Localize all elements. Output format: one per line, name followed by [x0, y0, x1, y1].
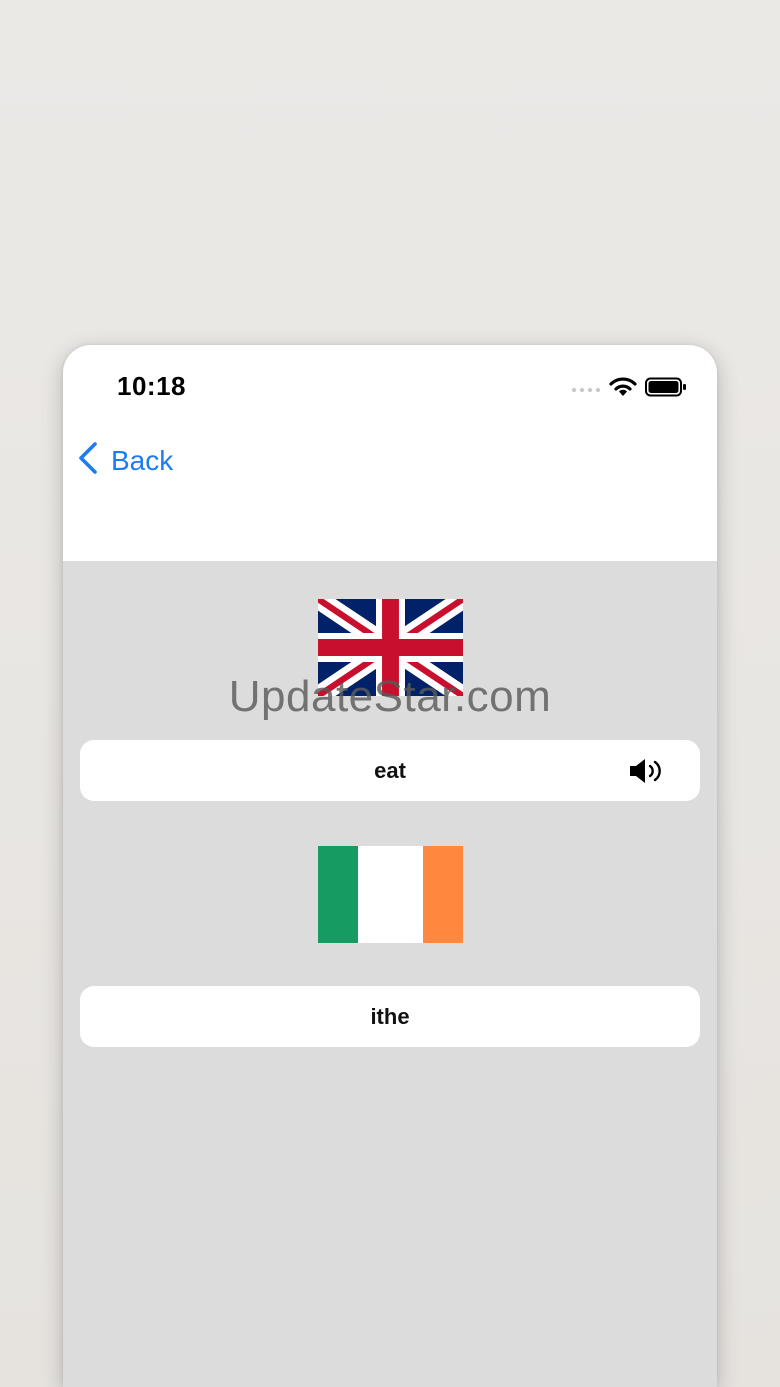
target-word: ithe [370, 1003, 410, 1029]
phone-screen: 10:18 Back eat ithe [63, 345, 717, 1387]
signal-icon [571, 381, 601, 399]
wifi-icon [609, 376, 637, 403]
back-button[interactable]: Back [77, 441, 173, 480]
source-word-card: eat [80, 740, 700, 801]
status-icons [571, 376, 687, 403]
status-time: 10:18 [117, 371, 186, 401]
speaker-icon[interactable] [628, 757, 664, 790]
back-label: Back [111, 444, 174, 476]
chevron-left-icon [77, 441, 99, 480]
uk-flag [318, 599, 463, 696]
target-word-card: ithe [80, 986, 700, 1047]
source-word: eat [374, 757, 406, 783]
ireland-flag [318, 846, 463, 943]
navigation-header: 10:18 Back [63, 345, 717, 561]
battery-icon [645, 377, 687, 402]
